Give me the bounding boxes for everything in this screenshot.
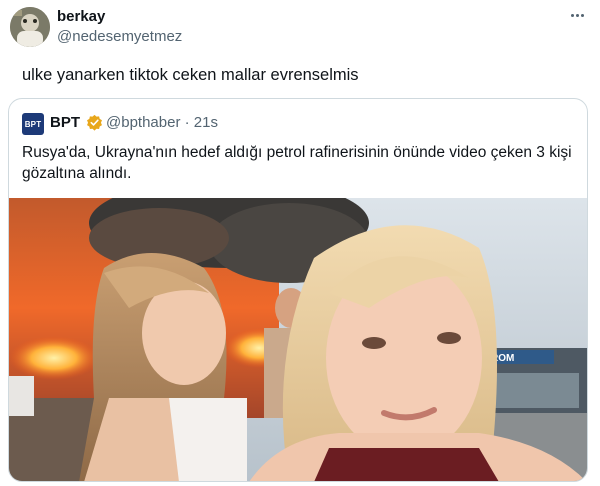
tweet-text: ulke yanarken tiktok ceken mallar evrens… bbox=[22, 66, 359, 84]
quoted-author-name[interactable]: BPT bbox=[50, 114, 80, 132]
author-avatar[interactable] bbox=[10, 7, 50, 47]
tweet-card: berkay @nedesemyetmez ulke yanarken tikt… bbox=[0, 0, 600, 486]
quoted-avatar[interactable]: BPT bbox=[22, 113, 44, 135]
quoted-text: Rusya'da, Ukrayna'nın hedef aldığı petro… bbox=[22, 144, 572, 182]
verified-badge-icon bbox=[87, 114, 102, 131]
quoted-tweet[interactable]: BPT BPT @bpthaber · 21s Rusya'da, Ukrayn… bbox=[8, 98, 588, 482]
author-name[interactable]: berkay bbox=[57, 8, 105, 26]
quoted-media-image[interactable]: ROM bbox=[9, 198, 587, 481]
quoted-handle-time[interactable]: @bpthaber · 21s bbox=[106, 114, 218, 132]
more-icon[interactable] bbox=[566, 6, 588, 24]
author-handle[interactable]: @nedesemyetmez bbox=[57, 28, 182, 46]
